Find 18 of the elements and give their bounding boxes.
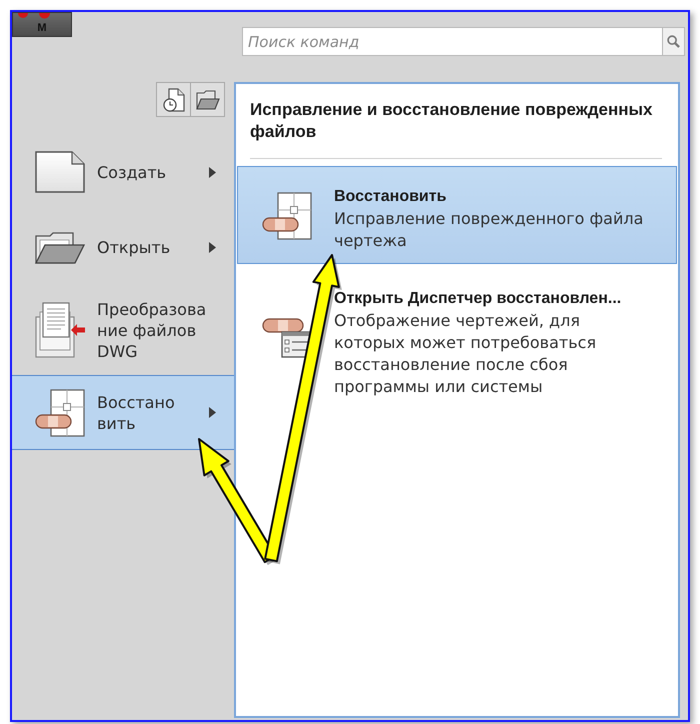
panel-heading: Исправление и восстановление поврежденных файлов: [250, 99, 653, 143]
menu-item[interactable]: Создать: [12, 134, 234, 210]
folder-icon: [196, 90, 220, 110]
submenu-item[interactable]: Восстановить Исправление поврежденного файла чертежа: [237, 166, 677, 264]
drawing-bandage-icon: [262, 192, 312, 240]
toolbar-button[interactable]: [190, 82, 225, 117]
blank-page-icon: [35, 151, 85, 193]
menu-item[interactable]: Восстано вить: [12, 375, 234, 450]
toolbar-button[interactable]: [156, 82, 191, 117]
search-field[interactable]: Поиск команд: [242, 27, 662, 56]
menu-item[interactable]: Открыть: [12, 210, 234, 285]
drops-icon: [18, 13, 50, 19]
drawing-bandage-icon: [35, 388, 85, 436]
search-icon[interactable]: [662, 27, 685, 56]
document-clock-icon: [162, 88, 184, 112]
menu-item[interactable]: Преобразова ние файлов DWG: [12, 285, 234, 375]
document-stack-icon: [35, 302, 85, 358]
open-folder-icon: [35, 232, 85, 264]
